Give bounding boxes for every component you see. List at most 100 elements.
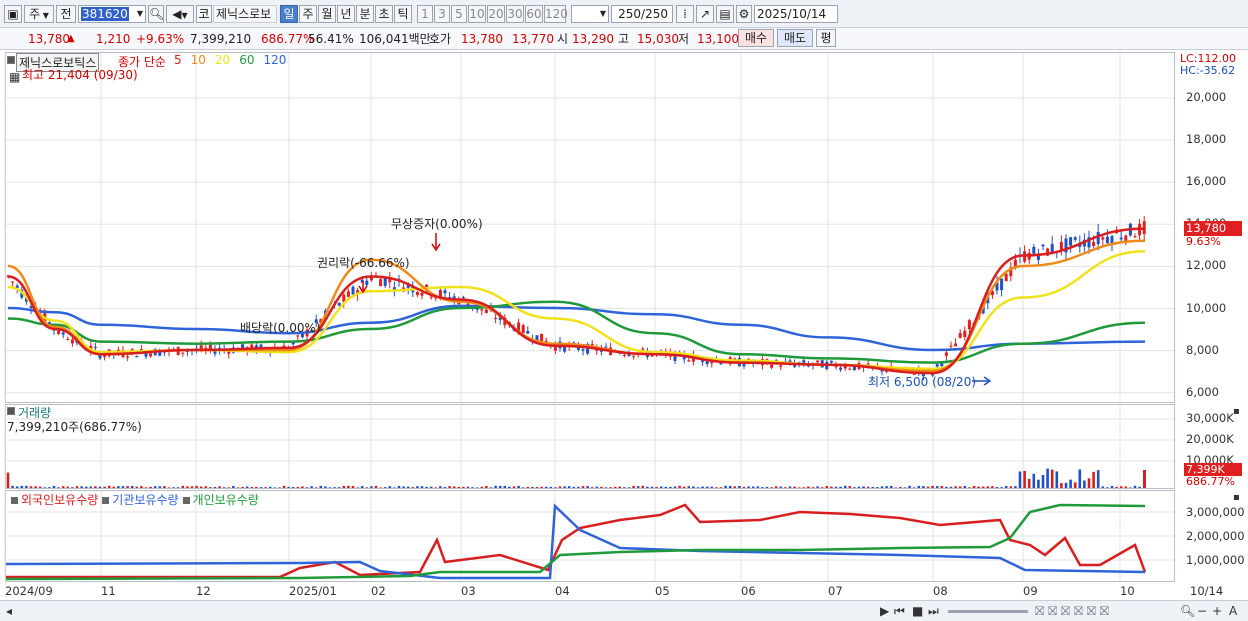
volume-bar — [411, 487, 415, 488]
candle-body — [443, 290, 447, 294]
series-handle-icon[interactable] — [102, 497, 110, 504]
candle-body — [1101, 237, 1105, 240]
volume-bar — [977, 486, 980, 488]
candle-body — [816, 360, 820, 363]
series-handle-icon[interactable] — [182, 497, 190, 504]
volume-bar — [452, 486, 456, 488]
volume-bar — [761, 487, 764, 488]
volume-bar — [1119, 486, 1123, 488]
chart-canvas — [4, 53, 1174, 581]
calendar-icon[interactable]: ▦ — [9, 70, 20, 84]
volume-bar — [1000, 487, 1003, 488]
zoom-icon[interactable]: 🔍︎ — [1180, 604, 1195, 618]
volume-bar — [29, 486, 33, 488]
volume-bar — [632, 485, 635, 488]
arrow-icon — [431, 233, 441, 252]
scroll-bar[interactable]: ◂ ▶ ⏮ ■ ⏭ ⛝ ⛝ ⛝ ⛝ ⛝ ⛝ 🔍︎ − + A — [0, 600, 1248, 621]
volume-bar — [894, 487, 898, 488]
volume-bar — [820, 487, 824, 488]
volume-bar — [379, 487, 382, 488]
candle-body — [779, 365, 783, 367]
candle-body — [1069, 237, 1073, 246]
volume-bar — [756, 486, 760, 488]
x-tick-label: 2024/09 — [5, 584, 53, 598]
volume-bar — [889, 485, 893, 488]
fast-forward-icon[interactable]: ⏭ — [928, 604, 939, 618]
holdings-tick: 2,000,000 — [1186, 529, 1245, 543]
volume-bar — [627, 487, 631, 488]
zoom-out-icon[interactable]: − — [1197, 604, 1207, 618]
volume-bar — [158, 486, 162, 488]
volume-bar — [512, 486, 516, 488]
volume-bar — [646, 486, 649, 488]
pane-handle-icon[interactable] — [7, 407, 15, 415]
volume-bar — [609, 487, 612, 488]
candle-body — [687, 360, 691, 362]
candle-body — [365, 280, 369, 286]
volume-bar — [659, 486, 663, 488]
high-note: 최고 21,404 (09/30) — [22, 68, 138, 82]
candle-body — [438, 290, 442, 297]
scroll-left-icon[interactable]: ◂ — [6, 604, 12, 618]
volume-bar — [282, 485, 286, 488]
ma-line-5 — [7, 227, 1146, 375]
volume-bar — [176, 487, 180, 488]
price-tick: 12,000 — [1186, 258, 1227, 273]
zoom-in-icon[interactable]: + — [1212, 604, 1222, 618]
ma-periods: 5 10 20 60 120 — [174, 53, 295, 67]
font-size-icon[interactable]: A — [1229, 604, 1237, 618]
volume-bar — [650, 486, 654, 488]
candle-body — [1000, 278, 1004, 291]
volume-bar — [830, 486, 833, 488]
volume-bar — [908, 485, 911, 488]
x-tick-label: 12 — [196, 584, 211, 598]
candle-body — [420, 292, 424, 296]
candle-body — [61, 332, 65, 335]
volume-bar — [724, 485, 727, 488]
candle-body — [963, 330, 967, 338]
candle-body — [208, 344, 212, 350]
close-icon[interactable]: ▪ — [1233, 491, 1240, 505]
close-icon[interactable]: ▪ — [1233, 405, 1240, 419]
volume-bar — [98, 486, 102, 488]
volume-bar — [365, 487, 369, 488]
volume-bar — [425, 486, 428, 488]
tool-icons[interactable]: ⛝ ⛝ ⛝ ⛝ ⛝ ⛝ — [1035, 604, 1109, 618]
play-icon[interactable]: ▶ — [880, 604, 889, 618]
zoom-slider[interactable] — [948, 610, 1028, 613]
volume-bar — [112, 486, 116, 488]
volume-tick: 20,000K — [1186, 432, 1234, 446]
volume-bar — [922, 486, 925, 488]
candle-body — [494, 317, 498, 320]
volume-bar — [342, 485, 346, 488]
candle-body — [1032, 246, 1036, 254]
volume-bar — [544, 486, 548, 488]
volume-bar — [862, 486, 865, 488]
volume-bar — [508, 486, 511, 488]
volume-bar — [360, 486, 364, 488]
volume-bar — [457, 486, 461, 488]
candle-body — [829, 360, 833, 363]
volume-bar — [811, 487, 815, 488]
volume-bar — [227, 487, 231, 488]
volume-bar — [696, 487, 700, 488]
volume-bar — [972, 485, 976, 488]
annotation-bonus: 무상증자(0.00%) — [391, 217, 483, 231]
volume-bar — [531, 487, 534, 488]
volume-bar — [172, 487, 175, 488]
volume-bar — [1055, 471, 1059, 488]
volume-bar — [705, 486, 709, 488]
volume-bar — [1133, 485, 1137, 488]
volume-bar — [1087, 478, 1091, 488]
series-handle-icon[interactable] — [11, 497, 18, 504]
volume-bar — [388, 486, 392, 488]
volume-bar — [1064, 482, 1068, 488]
volume-bar — [876, 487, 879, 488]
rewind-icon[interactable]: ⏮ — [894, 604, 905, 618]
volume-bar — [623, 487, 626, 488]
stop-icon[interactable]: ■ — [912, 604, 923, 618]
volume-bar — [1023, 470, 1026, 488]
candle-body — [429, 296, 433, 298]
pane-handle-icon[interactable] — [7, 56, 15, 64]
volume-bar — [834, 486, 838, 488]
